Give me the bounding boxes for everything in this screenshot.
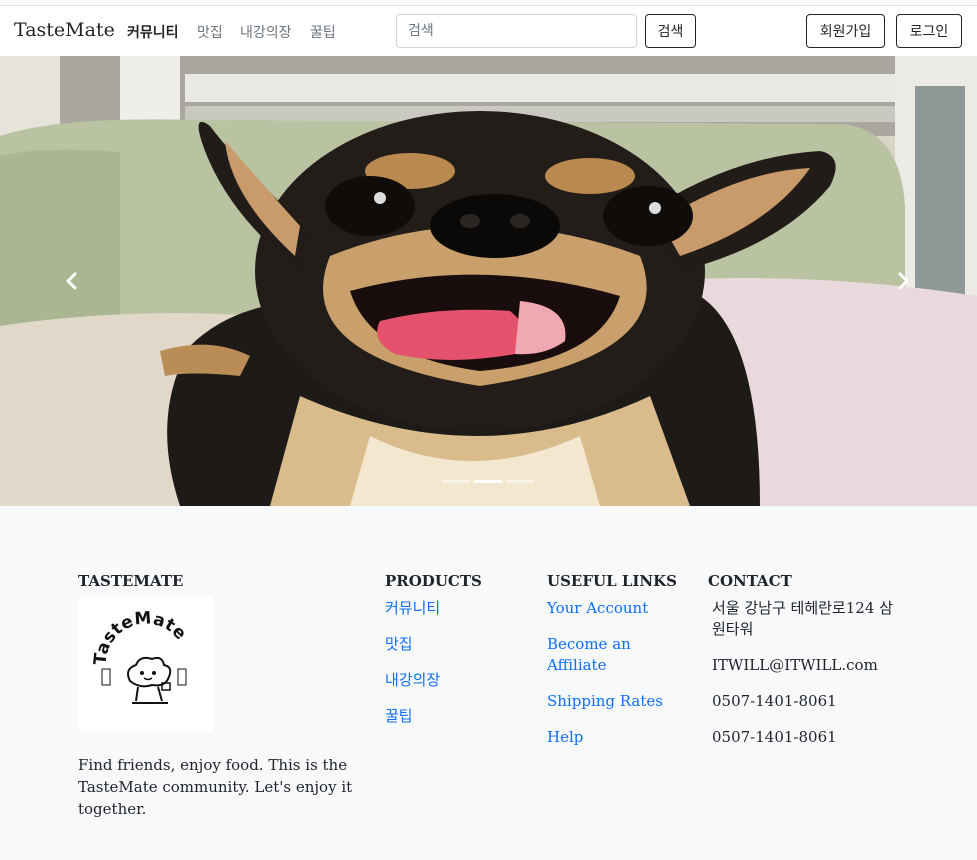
logo-wordmark: TasteMate — [90, 608, 189, 665]
nav-link-restaurants[interactable]: 맛집 — [197, 22, 223, 42]
contact-phone-secondary: 0507-1401-8061 — [712, 728, 837, 746]
footer-link-become-affiliate[interactable]: Become an Affiliate — [547, 634, 667, 676]
login-button[interactable]: 로그인 — [896, 14, 962, 48]
carousel-indicators — [442, 480, 534, 484]
nav-link-my-lecture[interactable]: 내강의장 — [240, 22, 292, 42]
footer-logo: TasteMate — [78, 597, 213, 731]
footer-link-my-lecture[interactable]: 내강의장 — [385, 670, 440, 691]
tastemate-logo-icon: TasteMate — [90, 608, 190, 704]
carousel-slide-image — [0, 56, 977, 506]
carousel-next-button[interactable] — [883, 258, 923, 304]
svg-text:TasteMate: TasteMate — [90, 608, 190, 665]
footer-contact-heading: CONTACT — [708, 572, 792, 590]
nav-link-tips[interactable]: 꿀팁 — [310, 22, 336, 42]
carousel-indicator-2[interactable] — [474, 480, 502, 483]
search-input[interactable] — [396, 14, 637, 48]
footer-link-restaurants[interactable]: 맛집 — [385, 634, 413, 655]
site-footer: TASTEMATE TasteMate Find friends, enjoy … — [0, 506, 977, 860]
brand-logo-link[interactable]: TasteMate — [14, 19, 115, 41]
navbar: TasteMate 커뮤니티 맛집 내강의장 꿀팁 검색 회원가입 로그인 — [0, 6, 977, 56]
carousel-indicator-1[interactable] — [442, 480, 470, 483]
contact-email: ITWILL@ITWILL.com — [712, 656, 878, 674]
footer-brand-heading: TASTEMATE — [78, 572, 184, 590]
hero-carousel[interactable] — [0, 56, 977, 506]
footer-link-tips[interactable]: 꿀팁 — [385, 706, 413, 727]
footer-link-community[interactable]: 커뮤니티 — [385, 598, 440, 619]
nav-link-community[interactable]: 커뮤니티 — [127, 22, 179, 42]
footer-description: Find friends, enjoy food. This is the Ta… — [78, 756, 353, 818]
footer-link-help[interactable]: Help — [547, 727, 583, 748]
footer-link-shipping-rates[interactable]: Shipping Rates — [547, 691, 663, 712]
contact-phone: 0507-1401-8061 — [712, 692, 837, 710]
carousel-indicator-3[interactable] — [506, 480, 534, 483]
footer-link-your-account[interactable]: Your Account — [547, 598, 648, 619]
signup-button[interactable]: 회원가입 — [806, 14, 885, 48]
carousel-prev-button[interactable] — [52, 258, 92, 304]
contact-address: 서울 강남구 테헤란로124 삼원타워 — [712, 599, 893, 638]
footer-useful-links-heading: USEFUL LINKS — [547, 572, 677, 590]
chevron-right-icon — [898, 272, 909, 290]
search-button[interactable]: 검색 — [645, 14, 696, 48]
chevron-left-icon — [66, 272, 77, 290]
footer-products-heading: PRODUCTS — [385, 572, 482, 590]
